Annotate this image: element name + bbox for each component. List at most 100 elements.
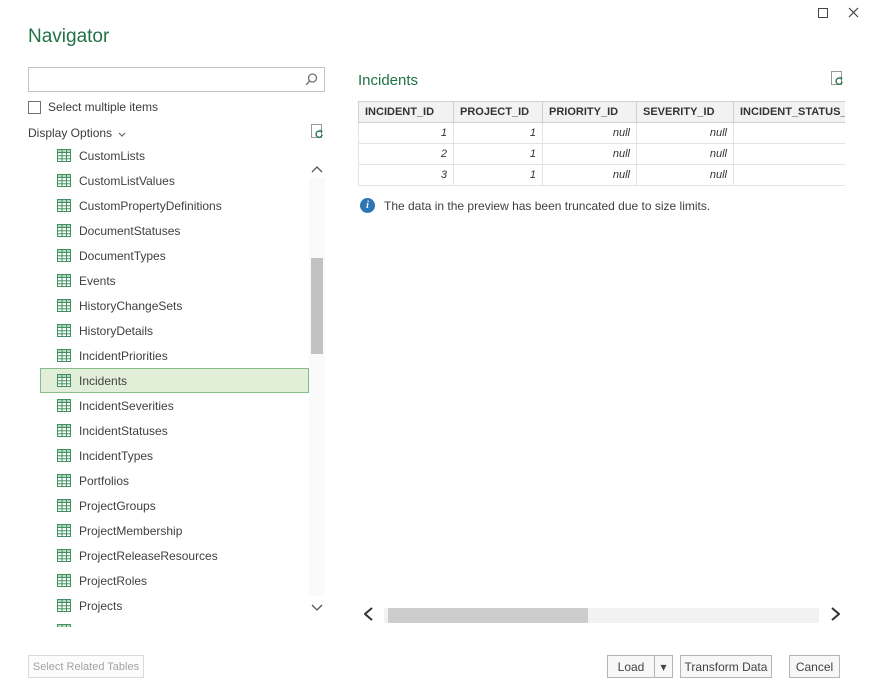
table-list-item[interactable]: ProjectMembership [40, 518, 309, 543]
table-icon [57, 199, 71, 212]
table-list-item[interactable]: DocumentStatuses [40, 218, 309, 243]
table-icon [57, 474, 71, 487]
table-list-item-label: IncidentSeverities [79, 399, 174, 413]
preview-cell: 1 [359, 123, 454, 144]
preview-cell: 2 [359, 144, 454, 165]
cancel-button[interactable]: Cancel [789, 655, 840, 678]
table-list-item[interactable]: ProjectRoles [40, 568, 309, 593]
scroll-left-button[interactable] [358, 606, 378, 624]
preview-cell: null [637, 144, 734, 165]
table-icon [57, 249, 71, 262]
table-icon [57, 374, 71, 387]
table-list-item[interactable]: IncidentStatuses [40, 418, 309, 443]
table-list-item-label: ProjectGroups [79, 499, 156, 513]
horizontal-scrollbar[interactable] [358, 606, 845, 624]
table-icon [57, 524, 71, 537]
horizontal-scroll-track[interactable] [384, 608, 819, 623]
preview-cell: null [543, 165, 637, 186]
preview-cell: null [637, 165, 734, 186]
maximize-button[interactable] [808, 2, 838, 24]
search-input[interactable] [29, 68, 298, 91]
table-list-item[interactable]: Events [40, 268, 309, 293]
scroll-down-button[interactable] [309, 596, 325, 616]
preview-table: INCIDENT_IDPROJECT_IDPRIORITY_IDSEVERITY… [358, 101, 845, 186]
preview-row: 11nullnull [359, 123, 846, 144]
table-list-item[interactable] [40, 618, 309, 627]
table-icon [57, 449, 71, 462]
preview-cell [734, 165, 846, 186]
table-list-item-label: HistoryDetails [79, 324, 153, 338]
column-header: SEVERITY_ID [637, 102, 734, 123]
column-header: PRIORITY_ID [543, 102, 637, 123]
close-icon [848, 6, 859, 21]
select-multiple-label: Select multiple items [48, 100, 158, 114]
refresh-preview-icon [829, 71, 845, 90]
table-list-item-label: IncidentPriorities [79, 349, 168, 363]
table-list-item[interactable]: IncidentSeverities [40, 393, 309, 418]
preview-row: 21nullnull [359, 144, 846, 165]
table-list-item[interactable]: DocumentTypes [40, 243, 309, 268]
table-list-item-label: ProjectRoles [79, 574, 147, 588]
preview-table-wrap: INCIDENT_IDPROJECT_IDPRIORITY_IDSEVERITY… [358, 101, 845, 186]
horizontal-scroll-thumb[interactable] [388, 608, 588, 623]
table-list-item[interactable]: Projects [40, 593, 309, 618]
chevron-down-icon [118, 126, 126, 140]
refresh-tables-button[interactable] [309, 124, 325, 143]
search-box [28, 67, 325, 92]
preview-cell: null [637, 123, 734, 144]
table-list-item-label: Events [79, 274, 116, 288]
table-list-item[interactable]: Incidents [40, 368, 309, 393]
table-list-item[interactable]: IncidentTypes [40, 443, 309, 468]
window-controls [808, 2, 868, 24]
table-list-item-label: CustomListValues [79, 174, 175, 188]
select-related-tables-button[interactable]: Select Related Tables [28, 655, 144, 678]
load-button[interactable]: Load [607, 655, 655, 678]
table-list-item[interactable]: IncidentPriorities [40, 343, 309, 368]
preview-cell [734, 144, 846, 165]
display-options-row: Display Options [28, 124, 325, 142]
table-list-item[interactable]: Portfolios [40, 468, 309, 493]
transform-data-button[interactable]: Transform Data [680, 655, 772, 678]
table-list-item-label: ProjectReleaseResources [79, 549, 218, 563]
table-list-item[interactable]: CustomListValues [40, 168, 309, 193]
table-icon [57, 624, 71, 627]
table-list-item-label: CustomPropertyDefinitions [79, 199, 222, 213]
search-icon[interactable] [298, 72, 324, 87]
table-list-item-label: Incidents [79, 374, 127, 388]
select-multiple-checkbox[interactable] [28, 101, 41, 114]
dialog-title: Navigator [28, 26, 109, 48]
table-icon [57, 324, 71, 337]
vertical-scroll-thumb[interactable] [311, 258, 323, 354]
display-options-dropdown[interactable]: Display Options [28, 126, 126, 140]
refresh-preview-button[interactable] [829, 71, 845, 90]
table-list-item-label: CustomLists [79, 149, 145, 163]
chevron-right-icon [831, 607, 840, 624]
preview-header-row: INCIDENT_IDPROJECT_IDPRIORITY_IDSEVERITY… [359, 102, 846, 123]
vertical-scroll-track[interactable] [309, 178, 325, 596]
table-list-item-label: Portfolios [79, 474, 129, 488]
table-list-item[interactable]: ProjectReleaseResources [40, 543, 309, 568]
load-dropdown-button[interactable]: ▾ [654, 655, 673, 678]
table-list-item[interactable]: CustomLists [40, 143, 309, 168]
table-icon [57, 599, 71, 612]
table-icon [57, 349, 71, 362]
truncation-info-row: i The data in the preview has been trunc… [360, 198, 847, 213]
chevron-down-icon [311, 599, 323, 614]
table-list-item[interactable]: HistoryChangeSets [40, 293, 309, 318]
preview-cell: null [543, 123, 637, 144]
scroll-right-button[interactable] [825, 606, 845, 624]
scroll-up-button[interactable] [309, 158, 325, 178]
preview-title: Incidents [358, 72, 418, 89]
table-list-item[interactable]: HistoryDetails [40, 318, 309, 343]
vertical-scrollbar[interactable] [309, 158, 325, 616]
table-list-item-label: Projects [79, 599, 122, 613]
refresh-icon [309, 124, 325, 143]
truncation-message: The data in the preview has been truncat… [384, 199, 710, 213]
table-icon [57, 149, 71, 162]
close-button[interactable] [838, 2, 868, 24]
table-list-item[interactable]: CustomPropertyDefinitions [40, 193, 309, 218]
table-list-item[interactable]: ProjectGroups [40, 493, 309, 518]
preview-cell: 1 [454, 165, 543, 186]
maximize-icon [818, 6, 828, 21]
table-icon [57, 174, 71, 187]
